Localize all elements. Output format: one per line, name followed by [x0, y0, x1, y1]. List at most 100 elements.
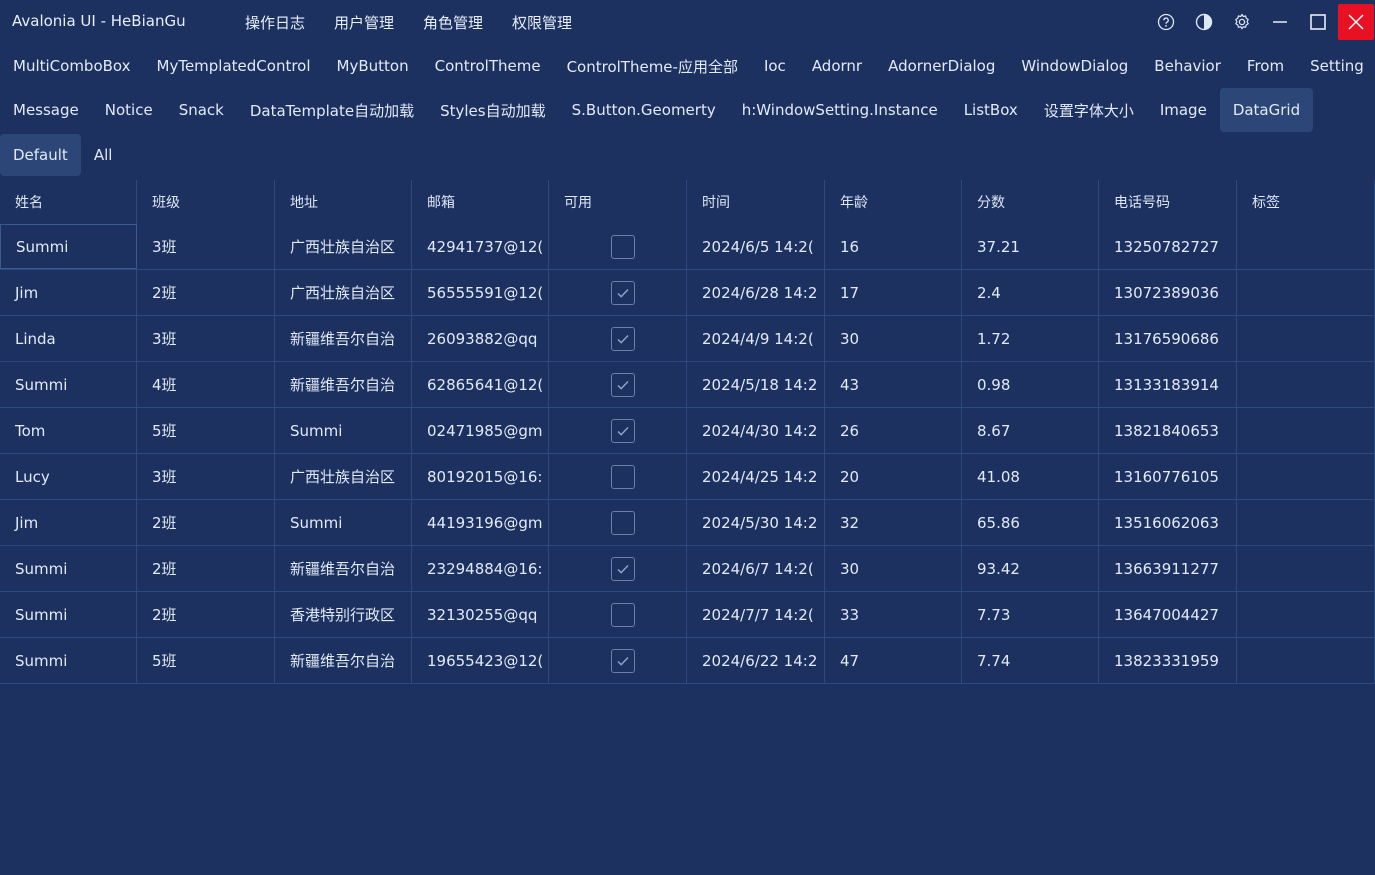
cell-email[interactable]: 62865641@12(	[412, 362, 549, 407]
enabled-checkbox[interactable]	[610, 510, 635, 535]
cell-class[interactable]: 5班	[137, 638, 275, 683]
cell-address[interactable]: 广西壮族自治区	[275, 270, 412, 315]
enabled-checkbox[interactable]	[610, 464, 635, 489]
table-row[interactable]: Summi 4班 新疆维吾尔自治 62865641@12( 2024/5/18 14:2…	[0, 362, 1375, 408]
cell-name[interactable]: Summi	[0, 546, 137, 591]
cell-phone[interactable]: 13821840653	[1099, 408, 1237, 453]
cell-age[interactable]: 30	[825, 546, 962, 591]
cell-name[interactable]: Jim	[0, 270, 137, 315]
cell-email[interactable]: 56555591@12(	[412, 270, 549, 315]
cell-class[interactable]: 4班	[137, 362, 275, 407]
cell-name[interactable]: Jim	[0, 500, 137, 545]
tab-mybutton[interactable]: MyButton	[324, 44, 422, 88]
table-row[interactable]: Linda 3班 新疆维吾尔自治 26093882@qq 2024/4/9 14:2(3…	[0, 316, 1375, 362]
tab-datatemplate-autoload[interactable]: DataTemplate自动加载	[237, 88, 427, 132]
cell-time[interactable]: 2024/4/30 14:2	[687, 408, 825, 453]
cell-age[interactable]: 33	[825, 592, 962, 637]
column-header-age[interactable]: 年龄	[825, 180, 962, 224]
table-row[interactable]: Summi 2班 新疆维吾尔自治 23294884@16: 2024/6/7 14:2(…	[0, 546, 1375, 592]
gear-icon[interactable]	[1223, 0, 1261, 44]
cell-class[interactable]: 2班	[137, 546, 275, 591]
cell-phone[interactable]: 13072389036	[1099, 270, 1237, 315]
help-icon[interactable]	[1147, 0, 1185, 44]
cell-tag[interactable]	[1237, 316, 1375, 361]
cell-phone[interactable]: 13176590686	[1099, 316, 1237, 361]
cell-tag[interactable]	[1237, 454, 1375, 499]
cell-email[interactable]: 32130255@qq	[412, 592, 549, 637]
enabled-checkbox[interactable]	[610, 280, 635, 305]
tab-windowdialog[interactable]: WindowDialog	[1008, 44, 1141, 88]
tab-setting[interactable]: Setting	[1297, 44, 1375, 88]
cell-tag[interactable]	[1237, 638, 1375, 683]
cell-time[interactable]: 2024/5/18 14:2	[687, 362, 825, 407]
tab-datagrid[interactable]: DataGrid	[1219, 88, 1314, 132]
column-header-phone[interactable]: 电话号码	[1099, 180, 1237, 224]
cell-class[interactable]: 2班	[137, 500, 275, 545]
cell-phone[interactable]: 13647004427	[1099, 592, 1237, 637]
tab-mytemplatedcontrol[interactable]: MyTemplatedControl	[144, 44, 324, 88]
cell-time[interactable]: 2024/5/30 14:2	[687, 500, 825, 545]
cell-name[interactable]: Linda	[0, 316, 137, 361]
cell-address[interactable]: 新疆维吾尔自治	[275, 362, 412, 407]
cell-score[interactable]: 93.42	[962, 546, 1099, 591]
cell-email[interactable]: 23294884@16:	[412, 546, 549, 591]
cell-age[interactable]: 32	[825, 500, 962, 545]
menu-operation-log[interactable]: 操作日志	[245, 12, 305, 33]
cell-phone[interactable]: 13133183914	[1099, 362, 1237, 407]
column-header-address[interactable]: 地址	[275, 180, 412, 224]
cell-score[interactable]: 7.73	[962, 592, 1099, 637]
cell-phone[interactable]: 13160776105	[1099, 454, 1237, 499]
tab-snack[interactable]: Snack	[166, 88, 237, 132]
subtab-all[interactable]: All	[81, 134, 126, 176]
cell-score[interactable]: 7.74	[962, 638, 1099, 683]
column-header-time[interactable]: 时间	[687, 180, 825, 224]
tab-windowsetting-instance[interactable]: h:WindowSetting.Instance	[729, 88, 951, 132]
enabled-checkbox[interactable]	[610, 418, 635, 443]
tab-controltheme[interactable]: ControlTheme	[422, 44, 554, 88]
cell-address[interactable]: 广西壮族自治区	[275, 224, 412, 269]
close-button[interactable]	[1338, 4, 1374, 40]
cell-age[interactable]: 17	[825, 270, 962, 315]
tab-button-geometry[interactable]: S.Button.Geomerty	[559, 88, 729, 132]
table-row[interactable]: Summi 3班 广西壮族自治区 42941737@12(2024/6/5 14:2(…	[0, 224, 1375, 270]
cell-phone[interactable]: 13250782727	[1099, 224, 1237, 269]
column-header-name[interactable]: 姓名	[0, 180, 137, 224]
cell-name[interactable]: Summi	[0, 362, 137, 407]
cell-tag[interactable]	[1237, 546, 1375, 591]
cell-email[interactable]: 02471985@gm	[412, 408, 549, 453]
cell-tag[interactable]	[1237, 592, 1375, 637]
cell-age[interactable]: 47	[825, 638, 962, 683]
menu-permission-management[interactable]: 权限管理	[512, 12, 572, 33]
cell-address[interactable]: 新疆维吾尔自治	[275, 316, 412, 361]
cell-tag[interactable]	[1237, 270, 1375, 315]
table-row[interactable]: Lucy 3班 广西壮族自治区 80192015@16: 2024/4/25 14:2 2…	[0, 454, 1375, 500]
cell-class[interactable]: 5班	[137, 408, 275, 453]
cell-score[interactable]: 0.98	[962, 362, 1099, 407]
enabled-checkbox[interactable]	[610, 648, 635, 673]
cell-age[interactable]: 16	[825, 224, 962, 269]
cell-tag[interactable]	[1237, 500, 1375, 545]
cell-email[interactable]: 19655423@12(	[412, 638, 549, 683]
cell-name[interactable]: Lucy	[0, 454, 137, 499]
table-row[interactable]: Summi 5班 新疆维吾尔自治 19655423@12(2024/6/22 14:2…	[0, 638, 1375, 684]
cell-address[interactable]: Summi	[275, 500, 412, 545]
cell-time[interactable]: 2024/4/9 14:2(	[687, 316, 825, 361]
tab-ioc[interactable]: Ioc	[751, 44, 799, 88]
tab-image[interactable]: Image	[1147, 88, 1220, 132]
table-row[interactable]: Tom 5班 Summi 02471985@gm 2024/4/30 14:2 26 8.6…	[0, 408, 1375, 454]
maximize-icon[interactable]	[1299, 0, 1337, 44]
cell-age[interactable]: 26	[825, 408, 962, 453]
tab-behavior[interactable]: Behavior	[1141, 44, 1234, 88]
cell-score[interactable]: 41.08	[962, 454, 1099, 499]
tab-font-size[interactable]: 设置字体大小	[1031, 88, 1147, 132]
cell-name[interactable]: Tom	[0, 408, 137, 453]
tab-styles-autoload[interactable]: Styles自动加载	[427, 88, 559, 132]
menu-user-management[interactable]: 用户管理	[334, 12, 394, 33]
column-header-enabled[interactable]: 可用	[549, 180, 687, 224]
cell-email[interactable]: 80192015@16:	[412, 454, 549, 499]
enabled-checkbox[interactable]	[610, 372, 635, 397]
cell-time[interactable]: 2024/6/22 14:2	[687, 638, 825, 683]
enabled-checkbox[interactable]	[610, 602, 635, 627]
cell-time[interactable]: 2024/6/5 14:2(	[687, 224, 825, 269]
cell-address[interactable]: 广西壮族自治区	[275, 454, 412, 499]
